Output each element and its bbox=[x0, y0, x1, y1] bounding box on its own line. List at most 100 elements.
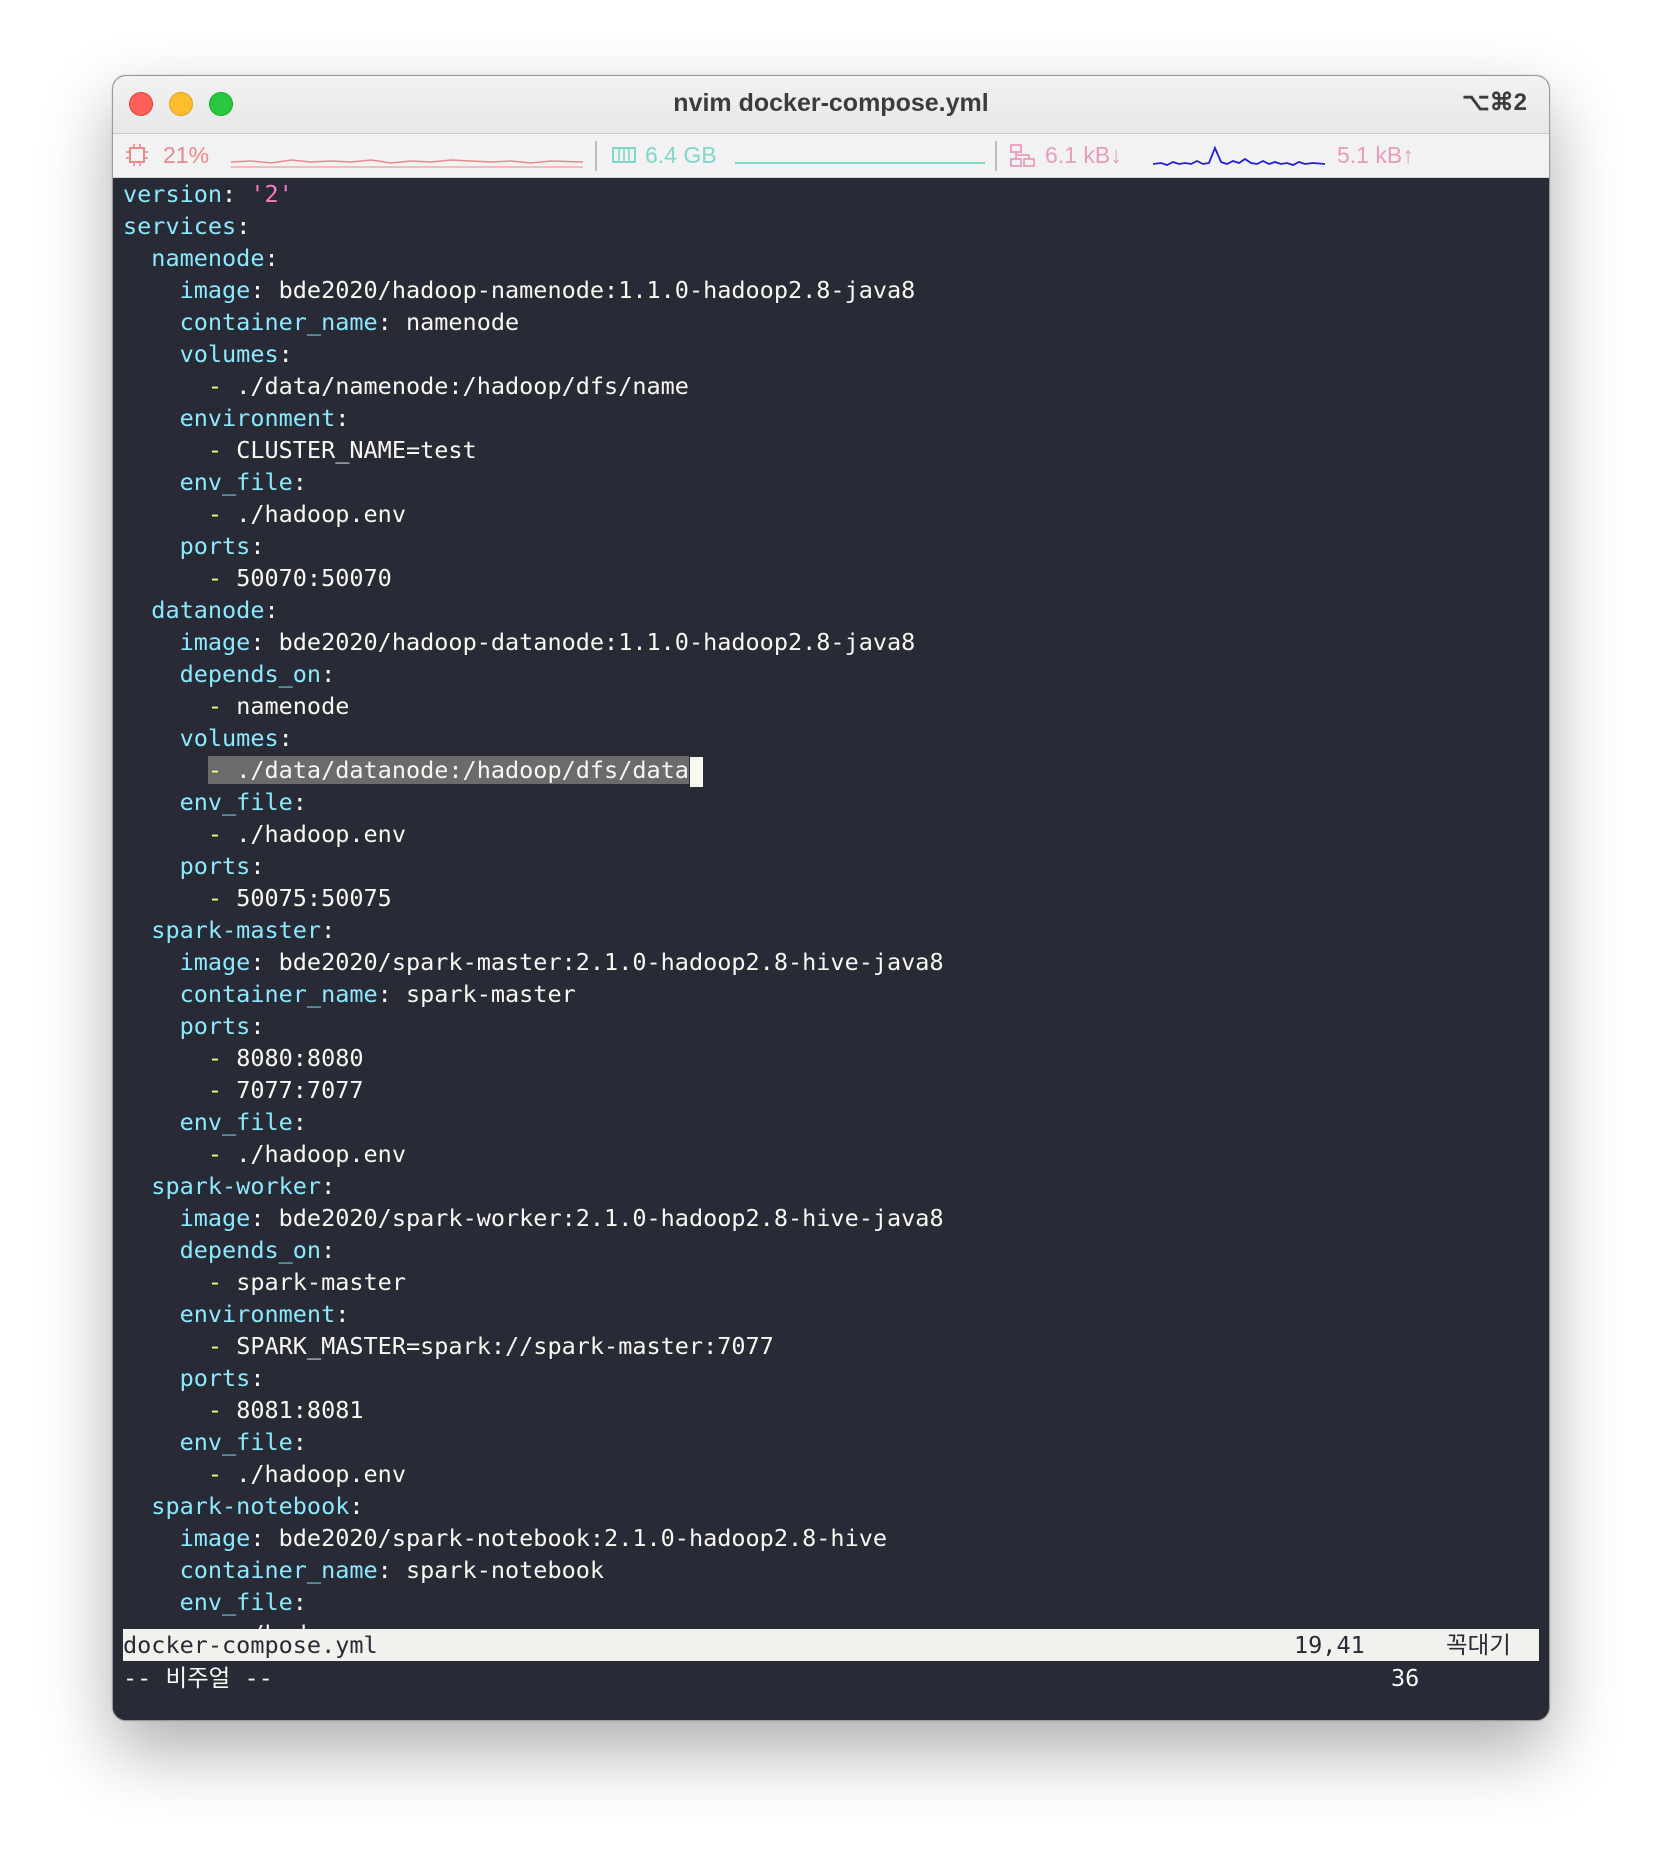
yaml-colon: : bbox=[349, 1492, 364, 1520]
code-line[interactable]: - 8080:8080 bbox=[123, 1042, 1539, 1074]
code-line[interactable]: environment: bbox=[123, 1298, 1539, 1330]
yaml-key: version bbox=[123, 180, 223, 208]
yaml-colon: : bbox=[377, 980, 406, 1008]
network-graph bbox=[1153, 145, 1325, 166]
code-line[interactable]: - ./data/datanode:/hadoop/dfs/data bbox=[123, 754, 1539, 787]
yaml-key: environment bbox=[179, 404, 336, 432]
cpu-usage: 21% bbox=[163, 142, 210, 168]
code-line[interactable]: ports: bbox=[123, 530, 1539, 562]
vim-command-line[interactable]: -- 비주얼 -- 36 bbox=[123, 1662, 1539, 1694]
yaml-key: image bbox=[179, 628, 251, 656]
code-line[interactable]: - 8081:8081 bbox=[123, 1394, 1539, 1426]
code-line[interactable]: image: bde2020/spark-master:2.1.0-hadoop… bbox=[123, 946, 1539, 978]
memory-graph bbox=[735, 162, 985, 164]
yaml-colon: : bbox=[250, 852, 265, 880]
memory-usage: 6.4 GB bbox=[645, 142, 717, 168]
code-line[interactable]: container_name: spark-master bbox=[123, 978, 1539, 1010]
yaml-value: ./hadoop.env bbox=[236, 500, 406, 528]
code-line[interactable]: - ./data/namenode:/hadoop/dfs/name bbox=[123, 370, 1539, 402]
code-line[interactable]: spark-worker: bbox=[123, 1170, 1539, 1202]
code-line[interactable]: volumes: bbox=[123, 338, 1539, 370]
yaml-colon: : bbox=[264, 596, 279, 624]
code-line[interactable]: environment: bbox=[123, 402, 1539, 434]
code-line[interactable]: - spark-master bbox=[123, 1266, 1539, 1298]
title-bar[interactable]: nvim docker-compose.yml ⌥⌘2 bbox=[113, 76, 1549, 134]
yaml-value: spark-master bbox=[236, 1268, 406, 1296]
code-line[interactable]: volumes: bbox=[123, 722, 1539, 754]
yaml-colon: : bbox=[292, 468, 307, 496]
code-line[interactable]: env_file: bbox=[123, 1426, 1539, 1458]
code-line[interactable]: image: bde2020/spark-worker:2.1.0-hadoop… bbox=[123, 1202, 1539, 1234]
code-line[interactable]: - ./hadoop.env bbox=[123, 498, 1539, 530]
code-area[interactable]: version: '2' services: namenode: image: b… bbox=[123, 178, 1539, 1650]
code-line[interactable]: env_file: bbox=[123, 1586, 1539, 1618]
yaml-colon: : bbox=[278, 724, 293, 752]
text-cursor bbox=[689, 756, 703, 787]
code-line[interactable]: version: '2' bbox=[123, 178, 1539, 210]
yaml-colon: : bbox=[292, 788, 307, 816]
yaml-value: namenode bbox=[236, 692, 350, 720]
code-line[interactable]: image: bde2020/hadoop-namenode:1.1.0-had… bbox=[123, 274, 1539, 306]
code-line[interactable]: services: bbox=[123, 210, 1539, 242]
code-line[interactable]: - ./hadoop.env bbox=[123, 1138, 1539, 1170]
visual-selection[interactable]: - ./data/datanode:/hadoop/dfs/data bbox=[207, 756, 689, 784]
yaml-colon: : bbox=[292, 1428, 307, 1456]
code-line[interactable]: env_file: bbox=[123, 1106, 1539, 1138]
code-line[interactable]: image: bde2020/hadoop-datanode:1.1.0-had… bbox=[123, 626, 1539, 658]
code-line[interactable]: - ./hadoop.env bbox=[123, 1458, 1539, 1490]
yaml-key: volumes bbox=[179, 724, 279, 752]
code-line[interactable]: spark-master: bbox=[123, 914, 1539, 946]
yaml-key: environment bbox=[179, 1300, 336, 1328]
code-line[interactable]: - 7077:7077 bbox=[123, 1074, 1539, 1106]
code-line[interactable]: env_file: bbox=[123, 466, 1539, 498]
yaml-key: container_name bbox=[179, 308, 378, 336]
vim-statusline: docker-compose.yml 19,41 꼭대기 bbox=[123, 1629, 1539, 1661]
yaml-value: ./data/namenode:/hadoop/dfs/name bbox=[236, 372, 689, 400]
code-line[interactable]: depends_on: bbox=[123, 658, 1539, 690]
code-line[interactable]: - namenode bbox=[123, 690, 1539, 722]
list-dash: - bbox=[207, 1460, 237, 1488]
yaml-value: CLUSTER_NAME=test bbox=[236, 436, 477, 464]
yaml-value: spark-master bbox=[405, 980, 576, 1008]
code-line[interactable]: datanode: bbox=[123, 594, 1539, 626]
code-line[interactable]: - ./hadoop.env bbox=[123, 818, 1539, 850]
yaml-key: env_file bbox=[179, 1108, 293, 1136]
code-line[interactable]: ports: bbox=[123, 1362, 1539, 1394]
cursor-position: 19,41 bbox=[1294, 1631, 1365, 1659]
yaml-value: bde2020/hadoop-namenode:1.1.0-hadoop2.8-… bbox=[278, 276, 916, 304]
code-line[interactable]: container_name: namenode bbox=[123, 306, 1539, 338]
yaml-key: services bbox=[123, 212, 237, 240]
yaml-key: container_name bbox=[179, 980, 378, 1008]
code-line[interactable]: - 50075:50075 bbox=[123, 882, 1539, 914]
editor-pane[interactable]: version: '2' services: namenode: image: b… bbox=[113, 178, 1549, 1720]
code-line[interactable]: - SPARK_MASTER=spark://spark-master:7077 bbox=[123, 1330, 1539, 1362]
yaml-value: 8080:8080 bbox=[236, 1044, 364, 1072]
code-line[interactable]: container_name: spark-notebook bbox=[123, 1554, 1539, 1586]
yaml-key: ports bbox=[179, 852, 251, 880]
yaml-key: volumes bbox=[179, 340, 279, 368]
code-line[interactable]: depends_on: bbox=[123, 1234, 1539, 1266]
code-line[interactable]: env_file: bbox=[123, 786, 1539, 818]
code-line[interactable]: ports: bbox=[123, 1010, 1539, 1042]
list-dash: - bbox=[207, 564, 237, 592]
yaml-key: ports bbox=[179, 532, 251, 560]
code-line[interactable]: - CLUSTER_NAME=test bbox=[123, 434, 1539, 466]
code-line[interactable]: ports: bbox=[123, 850, 1539, 882]
code-line[interactable]: spark-notebook: bbox=[123, 1490, 1539, 1522]
yaml-colon: : bbox=[264, 244, 279, 272]
divider bbox=[995, 141, 997, 171]
code-line[interactable]: image: bde2020/spark-notebook:2.1.0-hado… bbox=[123, 1522, 1539, 1554]
code-line[interactable]: - 50070:50070 bbox=[123, 562, 1539, 594]
selection-count: 36 bbox=[1391, 1664, 1420, 1692]
yaml-key: ports bbox=[179, 1012, 251, 1040]
code-line[interactable]: namenode: bbox=[123, 242, 1539, 274]
yaml-key: container_name bbox=[179, 1556, 378, 1584]
